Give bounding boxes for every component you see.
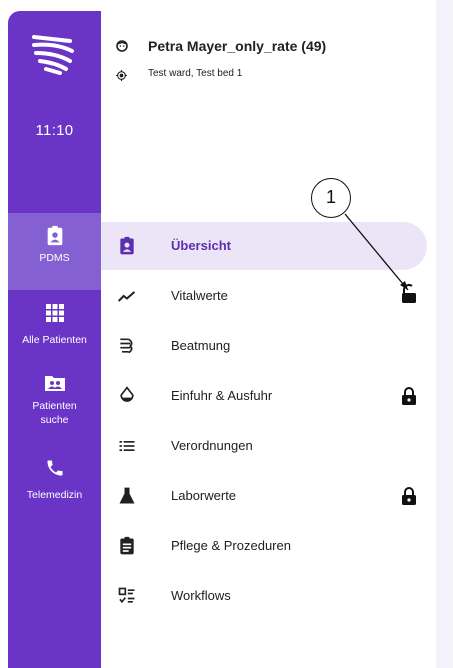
callout-arrow xyxy=(344,213,409,291)
callout-number: 1 xyxy=(311,178,351,218)
